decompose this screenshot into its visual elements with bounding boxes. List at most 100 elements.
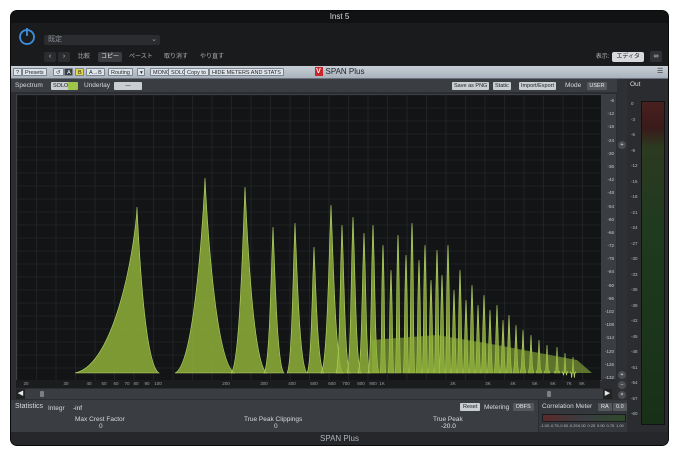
footer-label: SPAN Plus — [320, 434, 359, 443]
redo-button[interactable]: やり直す — [197, 52, 227, 62]
freq-tick-label: 300 — [260, 381, 268, 386]
correlation-tick-label: -1.00 — [540, 423, 550, 428]
output-tick-label: -24 — [631, 225, 638, 230]
output-tick-label: -57 — [631, 395, 638, 401]
freq-tick-label: 900 — [369, 381, 377, 386]
spectrum-peak — [230, 186, 269, 374]
freq-tick-label: 60 — [113, 381, 119, 386]
db-tick-label: -126 — [604, 361, 614, 367]
next-preset-button[interactable]: › — [58, 52, 70, 62]
db-scale: -6 -12 -18 -24 -30 -36 -42 -48 -54 -60 -66 -72 -78 -8… — [601, 94, 616, 380]
link-icon[interactable]: ∞ — [650, 51, 662, 62]
preset-select[interactable]: 既定 ⌄ — [44, 35, 160, 45]
true-peak-clippings-value: 0 — [274, 423, 278, 430]
scroll-thumb-right[interactable] — [547, 391, 551, 397]
freq-tick-label: 3K — [485, 381, 491, 386]
underlay-select[interactable]: — — [114, 82, 142, 90]
freq-tick-label: 70 — [124, 381, 130, 386]
integr-label: Integr — [48, 405, 65, 412]
db-tick-label: -78 — [607, 256, 614, 262]
statistics-panel: Statistics Integr -inf Max Crest Factor … — [11, 400, 538, 432]
true-peak-label: True Peak — [433, 416, 463, 423]
output-tick-label: -30 — [631, 256, 638, 261]
freq-tick-label: 200 — [222, 381, 230, 386]
output-tick-label: -27 — [631, 240, 638, 246]
freq-tick-label: 8K — [579, 381, 585, 386]
db-tick-label: -72 — [607, 243, 614, 249]
correlation-panel: Correlation Meter RA 0.0 -1.00 -0.75 -0.50… — [539, 400, 627, 432]
max-crest-label: Max Crest Factor — [75, 416, 125, 423]
db-tick-label: -66 — [607, 229, 614, 235]
plus-icon[interactable]: + — [618, 141, 626, 149]
freq-tick-label: 4K — [510, 381, 516, 386]
output-meter — [641, 101, 665, 425]
zoom-in-icon[interactable]: + — [618, 371, 626, 379]
output-tick-label: 0 — [631, 101, 634, 106]
db-tick-label: -24 — [607, 137, 614, 143]
metering-select[interactable]: DBFS — [513, 403, 534, 411]
db-tick-label: -36 — [607, 163, 614, 169]
scroll-left-icon[interactable]: ◀ — [16, 389, 25, 399]
scroll-thumb-left[interactable] — [40, 391, 44, 397]
correlation-tick-label: -0.50 — [559, 423, 569, 428]
import-export-select[interactable]: Import/Export — [519, 82, 557, 90]
correlation-bar — [542, 414, 626, 422]
plugin-toolbar: ? Presets ↺ A B A→B Routing ▾ MONO SOLO … — [11, 66, 668, 79]
freq-tick-label: 80 — [133, 381, 139, 386]
zoom-out-icon[interactable]: − — [618, 381, 626, 389]
chevron-down-icon: ⌄ — [151, 36, 157, 43]
underlay-label: Underlay — [84, 82, 111, 89]
freq-tick-label: 600 — [328, 381, 336, 386]
plugin-footer: SPAN Plus — [11, 432, 668, 445]
freq-tick-label: 90 — [144, 381, 150, 386]
scroll-right-icon[interactable]: ▶ — [603, 389, 612, 399]
previous-preset-button[interactable]: ‹ — [44, 52, 56, 62]
reset-button[interactable]: Reset — [460, 403, 481, 411]
spectrum-label: Spectrum — [15, 82, 43, 89]
freq-tick-label: 700 — [342, 381, 350, 386]
max-crest-value: 0 — [99, 423, 103, 430]
menu-icon[interactable]: ☰ — [657, 68, 665, 76]
output-tick-label: -15 — [631, 178, 638, 184]
output-tick-label: -39 — [631, 302, 638, 308]
mode-label: Mode — [565, 82, 582, 89]
output-tick-label: -45 — [631, 333, 638, 339]
spectrum-peak — [346, 216, 362, 374]
spectrum-graph — [17, 95, 601, 380]
plugin-window: Inst 5 既定 ⌄ ‹ › 比較 コピー ペースト 取り消す やり直す 表示… — [11, 11, 668, 445]
paste-button[interactable]: ペースト — [126, 52, 156, 62]
freq-tick-label: 7K — [566, 381, 572, 386]
correlation-tick-label: 1.00 — [616, 423, 624, 428]
copy-button[interactable]: コピー — [98, 52, 123, 62]
plugin-body: ? Presets ↺ A B A→B Routing ▾ MONO SOLO … — [11, 66, 668, 445]
correlation-tick-label: 0.75 — [606, 423, 615, 428]
correlation-value-button[interactable]: 0.0 — [613, 403, 627, 411]
spectrum-plot[interactable] — [16, 94, 602, 381]
compare-button[interactable]: 比較 — [75, 52, 93, 62]
horizontal-scrollbar[interactable]: ◀ ▶ — [16, 389, 612, 399]
correlation-ra-button[interactable]: RA — [598, 403, 612, 411]
save-png-button[interactable]: Save as PNG — [452, 82, 490, 90]
db-tick-label: -42 — [607, 177, 614, 183]
mode-select[interactable]: USER — [587, 82, 607, 90]
db-tick-label: -30 — [607, 150, 614, 156]
undo-button[interactable]: 取り消す — [161, 52, 191, 62]
freq-tick-label: 20 — [23, 381, 29, 386]
correlation-tick-label: -0.25 — [568, 423, 578, 428]
spectrum-header: Spectrum SOLO Underlay — Save as PNG Sta… — [11, 79, 619, 92]
power-icon[interactable] — [17, 26, 37, 46]
output-tick-label: -51 — [631, 364, 638, 370]
db-tick-label: -84 — [607, 269, 614, 275]
color-chip[interactable] — [68, 82, 78, 90]
display-label: 表示: — [595, 54, 610, 60]
db-tick-label: -132 — [604, 375, 614, 380]
static-select[interactable]: Static — [493, 82, 511, 90]
display-group: 表示: エディタ — [596, 52, 644, 62]
output-tick-label: -9 — [631, 147, 636, 153]
db-tick-label: -90 — [607, 282, 614, 288]
close-icon[interactable]: × — [618, 391, 626, 399]
display-select[interactable]: エディタ — [612, 52, 644, 62]
output-meter-panel: Out 0 -3 -6 -9 -12 -15 -18 -21 -24 -27 -30 -33 -36 -3… — [628, 79, 666, 442]
db-tick-label: -120 — [604, 348, 614, 354]
brand-name: SPAN Plus — [325, 67, 365, 76]
